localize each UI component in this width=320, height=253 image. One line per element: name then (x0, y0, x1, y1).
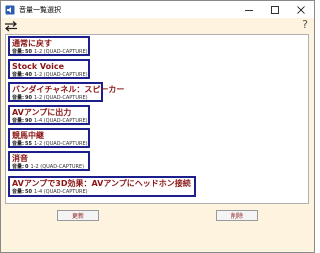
swap-arrows-icon (5, 20, 17, 31)
channel-value: 1-2 (QUAD-CAPTURE) (33, 49, 88, 55)
volume-label: 音量: (12, 189, 24, 195)
preset-info: 音量:50 1-2 (QUAD-CAPTURE) (12, 49, 88, 56)
volume-label: 音量: (12, 141, 24, 147)
channel-value: 1-2 (QUAD-CAPTURE) (30, 164, 85, 170)
preset-card[interactable]: 消音 音量:0 1-2 (QUAD-CAPTURE) (8, 151, 90, 171)
preset-list[interactable]: 通常に戻す 音量:50 1-2 (QUAD-CAPTURE) Stock Voic… (5, 34, 309, 204)
maximize-icon (271, 5, 279, 14)
preset-name: バンダイチャネル：スピーカー (12, 85, 125, 94)
toolbar: ? (1, 18, 314, 34)
volume-value: 40 (25, 72, 32, 78)
close-button[interactable] (288, 1, 314, 18)
preset-card[interactable]: Stock Voice 音量:40 1-2 (QUAD-CAPTURE) (8, 59, 90, 79)
delete-button[interactable]: 削除 (216, 210, 258, 221)
swap-button[interactable] (4, 19, 18, 32)
preset-name: AVアンプに出力 (12, 108, 72, 117)
volume-value: 50 (25, 49, 32, 55)
preset-name: Stock Voice (12, 62, 65, 71)
preset-name: 競馬中継 (12, 131, 44, 140)
channel-value: 1-4 (QUAD-CAPTURE) (33, 118, 88, 124)
preset-card[interactable]: 競馬中継 音量:55 1-2 (QUAD-CAPTURE) (8, 128, 90, 148)
channel-value: 1-4 (QUAD-CAPTURE) (33, 189, 88, 195)
help-button[interactable]: ? (300, 18, 310, 32)
window-title: 音量一覧選択 (19, 5, 61, 14)
volume-label: 音量: (12, 95, 24, 101)
preset-card[interactable]: 通常に戻す 音量:50 1-2 (QUAD-CAPTURE) (8, 36, 90, 56)
preset-name: AVアンプで3D効果：AVアンプにヘッドホン接続 (12, 179, 191, 188)
channel-value: 1-2 (QUAD-CAPTURE) (33, 72, 88, 78)
volume-value: 50 (25, 189, 32, 195)
channel-value: 1-2 (QUAD-CAPTURE) (33, 95, 88, 101)
preset-info: 音量:90 1-4 (QUAD-CAPTURE) (12, 118, 88, 125)
preset-name: 通常に戻す (12, 39, 52, 48)
preset-card[interactable]: バンダイチャネル：スピーカー 音量:90 1-2 (QUAD-CAPTURE) (8, 82, 125, 102)
preset-info: 音量:90 1-2 (QUAD-CAPTURE) (12, 95, 99, 102)
volume-label: 音量: (12, 118, 24, 124)
channel-value: 1-2 (QUAD-CAPTURE) (33, 141, 88, 147)
speaker-app-icon (5, 5, 15, 15)
maximize-button[interactable] (262, 1, 288, 18)
minimize-button[interactable] (236, 1, 262, 18)
volume-value: 90 (25, 95, 32, 101)
title-bar[interactable]: 音量一覧選択 (1, 1, 314, 18)
volume-value: 55 (25, 141, 32, 147)
preset-card[interactable]: AVアンプで3D効果：AVアンプにヘッドホン接続 音量:50 1-4 (QUAD-… (8, 176, 196, 197)
preset-info: 音量:50 1-4 (QUAD-CAPTURE) (12, 189, 192, 196)
update-button[interactable]: 更新 (57, 210, 99, 221)
preset-info: 音量:55 1-2 (QUAD-CAPTURE) (12, 141, 88, 148)
volume-label: 音量: (12, 72, 24, 78)
close-icon (297, 5, 305, 14)
volume-label: 音量: (12, 164, 24, 170)
preset-name: 消音 (12, 154, 28, 163)
volume-value: 90 (25, 118, 32, 124)
volume-list-window: 音量一覧選択 ? 通常に戻す 音量:50 1-2 (QUAD-CAPTURE) … (0, 0, 315, 253)
preset-info: 音量:40 1-2 (QUAD-CAPTURE) (12, 72, 88, 79)
volume-label: 音量: (12, 49, 24, 55)
minimize-icon (245, 9, 253, 11)
preset-info: 音量:0 1-2 (QUAD-CAPTURE) (12, 164, 86, 171)
volume-value: 0 (25, 164, 29, 170)
preset-card[interactable]: AVアンプに出力 音量:90 1-4 (QUAD-CAPTURE) (8, 105, 90, 125)
